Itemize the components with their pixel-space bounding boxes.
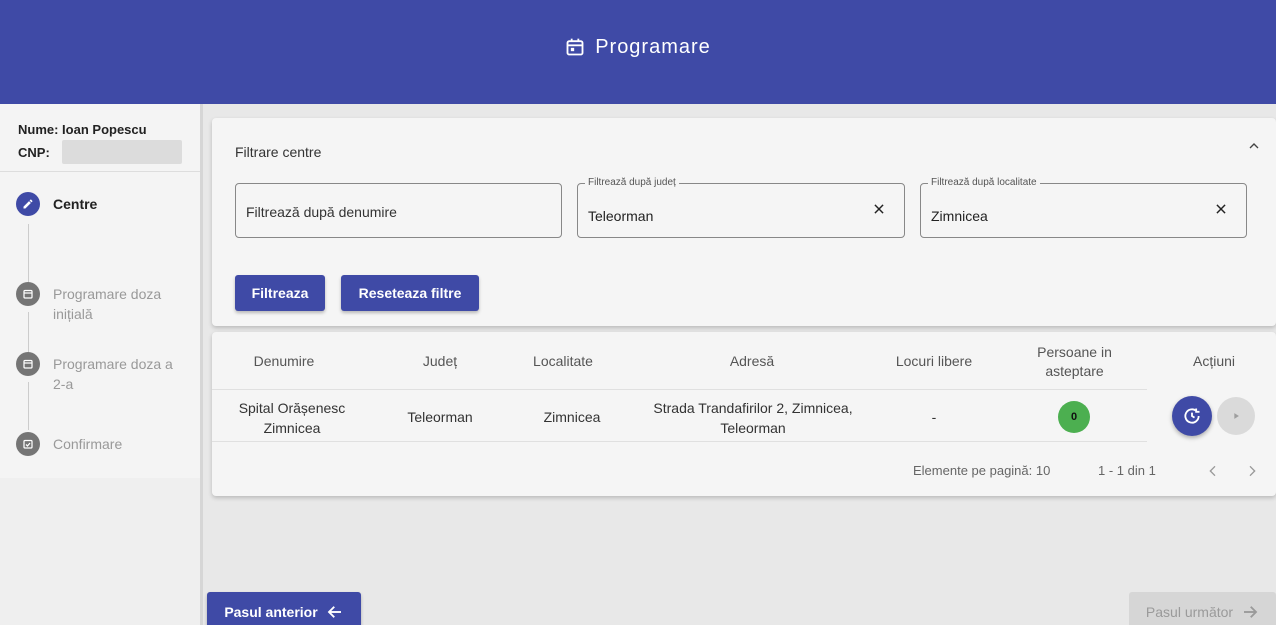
calendar-icon <box>16 282 40 306</box>
column-header-denumire[interactable]: Denumire <box>230 352 338 371</box>
column-header-judet[interactable]: Județ <box>385 352 495 371</box>
header-title-wrap: Programare <box>565 36 711 59</box>
stepper-sidebar: Nume: Ioan Popescu CNP: Centre Programar… <box>0 104 200 625</box>
user-cnp: CNP: <box>18 140 182 164</box>
step-label: Programare doza a 2-a <box>53 356 173 392</box>
calendar-icon <box>566 38 584 56</box>
step-label: Centre <box>53 196 98 212</box>
filter-title: Filtrare centre <box>235 144 322 160</box>
reset-filters-button[interactable]: Reseteaza filtre <box>341 275 479 311</box>
arrow-right-icon <box>1244 606 1258 618</box>
close-icon[interactable] <box>872 202 886 216</box>
user-info: Nume: Ioan Popescu CNP: <box>0 104 200 172</box>
column-header-locuri-libere[interactable]: Locuri libere <box>882 352 986 371</box>
previous-step-label: Pasul anterior <box>224 604 318 620</box>
step-label: Confirmare <box>53 436 123 452</box>
county-filter-label: Filtrează după județ <box>585 177 679 188</box>
row-divider <box>212 441 1147 442</box>
play-icon <box>1234 413 1239 419</box>
next-step-button[interactable]: Pasul următor <box>1129 592 1276 625</box>
page-size-label[interactable]: Elemente pe pagină: 10 <box>913 463 1050 478</box>
check-calendar-icon <box>16 432 40 456</box>
sidebar-divider <box>200 104 203 625</box>
page-title: Programare <box>595 35 711 58</box>
filter-panel: Filtrare centre Filtrează după denumire … <box>212 118 1276 326</box>
county-filter-input[interactable]: Filtrează după județ Teleorman <box>577 177 905 238</box>
calendar-icon <box>16 352 40 376</box>
locality-filter-value: Zimnicea <box>931 208 988 224</box>
arrow-left-icon <box>327 606 341 618</box>
cell-denumire: Spital Orășenesc Zimnicea <box>238 400 346 436</box>
cell-localitate: Zimnicea <box>543 409 601 425</box>
edit-icon <box>16 192 40 216</box>
header-divider <box>212 389 1147 390</box>
next-step-label: Pasul următor <box>1145 604 1234 620</box>
waiting-count-badge: 0 <box>1058 401 1090 433</box>
app-header: Programare <box>0 0 1276 104</box>
page-range-label: 1 - 1 din 1 <box>1098 463 1156 478</box>
step-connector <box>28 224 29 286</box>
chevron-left-icon[interactable] <box>1205 463 1221 479</box>
column-header-adresa[interactable]: Adresă <box>642 352 862 371</box>
filter-button[interactable]: Filtreaza <box>235 275 325 311</box>
select-centre-button[interactable] <box>1217 397 1255 435</box>
step-label: Programare doza inițială <box>53 286 162 322</box>
column-header-actiuni: Acțiuni <box>1192 353 1236 369</box>
name-filter-input[interactable]: Filtrează după denumire <box>235 183 562 238</box>
column-header-localitate[interactable]: Localitate <box>510 352 616 371</box>
user-name: Nume: Ioan Popescu <box>18 122 147 137</box>
step-programare-doza-2[interactable]: Programare doza a 2-a <box>16 352 183 394</box>
locality-filter-input[interactable]: Filtrează după localitate Zimnicea <box>920 177 1247 238</box>
chevron-up-icon[interactable] <box>1246 138 1262 154</box>
cell-locuri-libere: - <box>931 409 937 425</box>
step-confirmare[interactable]: Confirmare <box>16 432 183 456</box>
locality-filter-label: Filtrează după localitate <box>928 177 1040 188</box>
cell-adresa: Strada Trandafirilor 2, Zimnicea, Teleor… <box>653 400 853 436</box>
centres-table: Denumire Județ Localitate Adresă Locuri … <box>212 332 1276 496</box>
county-filter-value: Teleorman <box>588 208 654 224</box>
cnp-redacted <box>61 140 182 164</box>
schedule-action-button[interactable] <box>1172 396 1212 436</box>
step-centre[interactable]: Centre <box>16 192 183 216</box>
name-filter-placeholder: Filtrează după denumire <box>246 204 397 220</box>
cell-judet: Teleorman <box>407 409 473 425</box>
cnp-label: CNP: <box>18 144 50 160</box>
step-programare-doza-initiala[interactable]: Programare doza inițială <box>16 282 183 324</box>
close-icon[interactable] <box>1214 202 1228 216</box>
column-header-persoane-asteptare[interactable]: Persoane in asteptare <box>1017 343 1132 381</box>
schedule-icon <box>1184 408 1200 424</box>
steps-list: Centre Programare doza inițială Programa… <box>0 172 200 478</box>
previous-step-button[interactable]: Pasul anterior <box>207 592 361 625</box>
chevron-right-icon[interactable] <box>1244 463 1260 479</box>
